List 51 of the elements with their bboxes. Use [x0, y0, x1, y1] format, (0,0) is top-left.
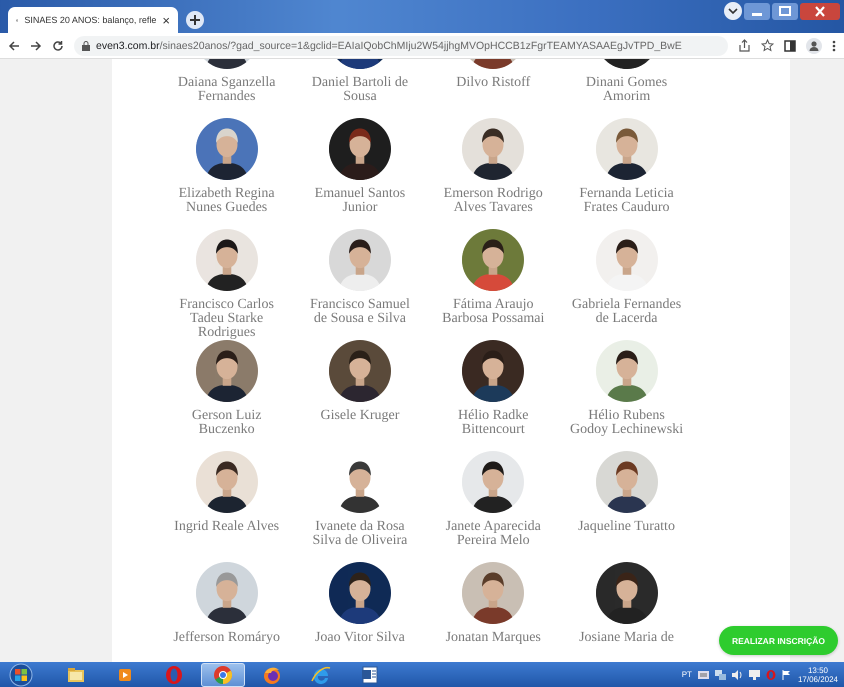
chrome-icon[interactable] [212, 664, 234, 686]
close-tab-button[interactable]: × [162, 12, 170, 28]
network-icon[interactable] [714, 670, 726, 680]
speaker-name: Jefferson Romáryo [173, 631, 280, 645]
forward-icon[interactable] [30, 40, 42, 52]
speaker-name: Hélio Rubens Godoy Lechinewski [570, 409, 684, 437]
speaker-name: Gabriela Fernandes de Lacerda [572, 298, 682, 326]
speaker-name: Elizabeth Regina Nunes Guedes [178, 187, 275, 215]
speaker-name: Fátima Araujo Barbosa Possamai [442, 298, 544, 326]
speaker-name: Emerson Rodrigo Alves Tavares [444, 187, 543, 215]
new-tab-icon[interactable] [186, 11, 204, 29]
speaker-name: Hélio Radke Bittencourt [458, 409, 528, 437]
speaker-name: Fernanda Leticia Frates Cauduro [579, 187, 674, 215]
address-bar[interactable]: even3.com.br/sinaes20anos/?gad_source=1&gclid=EAIaIQobChMIju2W54jjhgMVOpHCCB1zFgrTEAMYASAAEgJvTPD_BwE [74, 36, 728, 56]
speaker-name: Francisco Samuel de Sousa e Silva [310, 298, 410, 326]
profile-icon[interactable] [806, 38, 822, 54]
speaker-name: Jonatan Marques [446, 631, 541, 645]
tab-search-icon[interactable] [724, 2, 742, 20]
maximize-icon[interactable] [772, 2, 798, 20]
speaker-name: Ingrid Reale Alves [174, 520, 280, 534]
speaker-name: Francisco Carlos Tadeu Starke Rodrigues [179, 298, 274, 340]
bookmark-star-icon[interactable] [761, 39, 774, 52]
language-indicator[interactable]: PT [682, 670, 692, 679]
speaker-name: Emanuel Santos Junior [314, 187, 406, 215]
share-icon[interactable] [738, 39, 751, 52]
speaker-name: Daniel Bartoli de Sousa [312, 76, 408, 104]
browser-tab[interactable]: SINAES 20 ANOS: balanço, refle × [8, 7, 178, 33]
close-icon[interactable] [800, 2, 840, 20]
volume-icon[interactable] [732, 670, 743, 680]
lock-icon [82, 40, 90, 50]
speaker-name: Dilvo Ristoff [456, 76, 530, 90]
flag-icon[interactable] [782, 670, 792, 680]
speaker-name: Dinani Gomes Amorim [586, 76, 668, 104]
keyboard-icon[interactable] [698, 670, 709, 678]
speaker-name: Gerson Luiz Buczenko [192, 409, 262, 437]
speaker-name: Ivanete da Rosa Silva de Oliveira [312, 520, 408, 548]
speaker-name: Josiane Maria de [579, 631, 674, 645]
reload-icon[interactable] [52, 40, 64, 52]
clock[interactable]: 13:50 17/06/2024 [798, 666, 838, 684]
side-panel-icon[interactable] [784, 40, 796, 52]
speaker-name: Jaqueline Turatto [578, 520, 675, 534]
speaker-name: Daiana Sganzella Fernandes [178, 76, 276, 104]
speaker-name: Gisele Kruger [320, 409, 400, 423]
minimize-icon[interactable] [744, 2, 770, 20]
tab-title: SINAES 20 ANOS: balanço, refle [24, 15, 156, 25]
speaker-name: Joao Vitor Silva [314, 631, 405, 645]
speaker-name: Janete Aparecida Pereira Melo [446, 520, 541, 548]
back-icon[interactable] [8, 40, 20, 52]
menu-icon[interactable] [832, 40, 836, 52]
url-text: even3.com.br/sinaes20anos/?gad_source=1&gclid=EAIaIQobChMIju2W54jjhgMVOpHCCB1zFgrTEAMYASAAEgJvTPD_BwE [96, 40, 682, 52]
monitor-icon[interactable] [748, 670, 760, 680]
